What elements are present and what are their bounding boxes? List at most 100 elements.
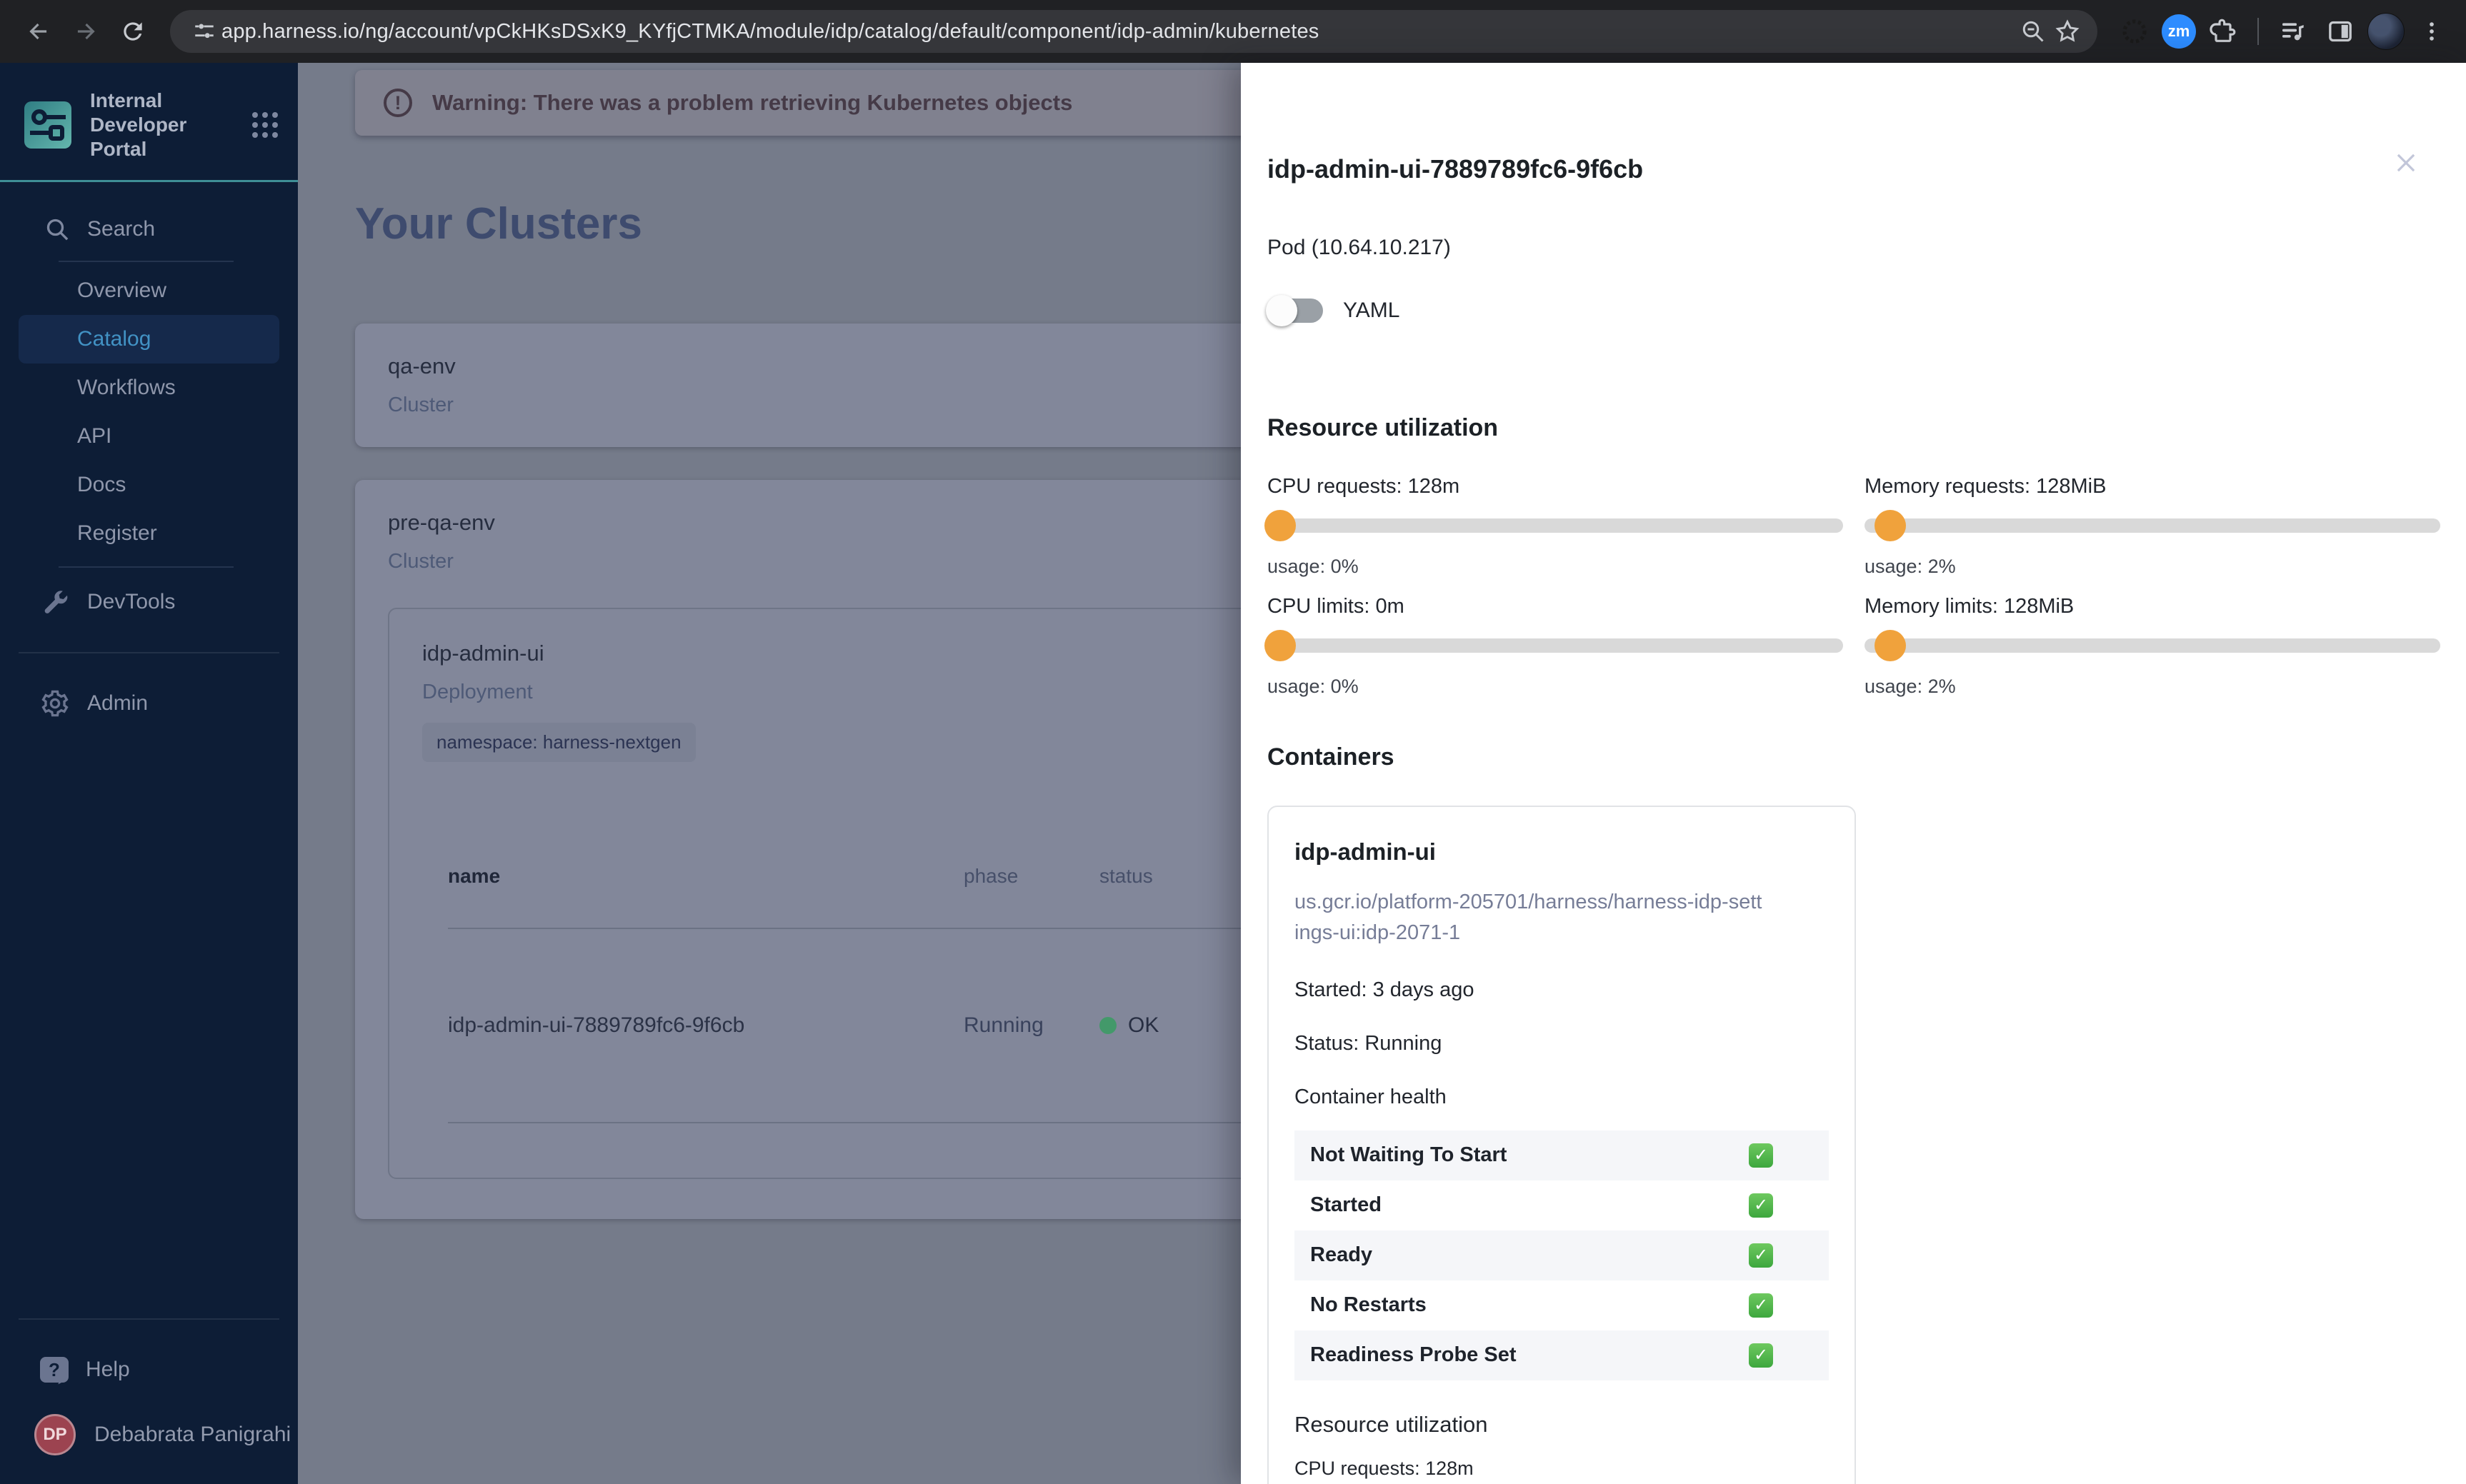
- container-resource-heading: Resource utilization: [1294, 1411, 1488, 1437]
- health-check-row: No Restarts ✓: [1294, 1280, 1829, 1330]
- container-card: idp-admin-ui us.gcr.io/platform-205701/h…: [1267, 806, 1856, 1484]
- brand: Internal Developer Portal: [24, 89, 278, 161]
- meter-label: Memory limits: 128MiB: [1865, 595, 2075, 618]
- close-icon[interactable]: [2390, 147, 2422, 179]
- browser-profile-avatar[interactable]: [2367, 13, 2405, 50]
- reload-icon[interactable]: [113, 11, 153, 51]
- slider-knob: [1875, 630, 1906, 661]
- forward-icon[interactable]: [66, 11, 106, 51]
- pod-phase-cell: Running: [964, 1013, 1044, 1037]
- check-label: Not Waiting To Start: [1310, 1143, 1507, 1167]
- status-ok-dot-icon: [1099, 1017, 1117, 1034]
- user-avatar[interactable]: DP: [34, 1414, 76, 1455]
- meter-cpu-limits: CPU limits: 0m usage: 0%: [1264, 595, 1843, 698]
- sidebar-user[interactable]: DP Debabrata Panigrahi: [0, 1395, 298, 1484]
- column-header-phase[interactable]: phase: [964, 865, 1099, 888]
- meter-slider: [1264, 508, 1843, 543]
- browser-menu-kebab-icon[interactable]: [2412, 11, 2452, 51]
- container-health-checks: Not Waiting To Start ✓ Started ✓ Ready ✓…: [1294, 1130, 1829, 1380]
- cluster-type: Cluster: [388, 393, 454, 416]
- sidebar-item-label: DevTools: [87, 590, 176, 614]
- check-ok-icon: ✓: [1749, 1193, 1773, 1218]
- screen: app.harness.io/ng/account/vpCkHKsDSxK9_K…: [0, 0, 2466, 1484]
- sidebar-item-api[interactable]: API: [0, 412, 298, 461]
- containers-heading: Containers: [1267, 743, 1394, 771]
- meter-cpu-requests: CPU requests: 128m usage: 0%: [1264, 475, 1843, 578]
- bar-label: CPU requests: 128m: [1294, 1457, 1474, 1479]
- yaml-toggle[interactable]: [1266, 295, 1323, 326]
- meter-memory-requests: Memory requests: 128MiB usage: 2%: [1865, 475, 2440, 578]
- status-badge: OK: [1128, 1013, 1159, 1037]
- sidebar-divider: [19, 652, 279, 654]
- sidebar-item-catalog[interactable]: Catalog: [19, 315, 279, 364]
- warning-icon: !: [384, 89, 412, 117]
- sidebar: Internal Developer Portal Search Overvie…: [0, 63, 298, 1484]
- sidebar-item-label: Search: [87, 217, 156, 241]
- health-check-row: Readiness Probe Set ✓: [1294, 1330, 1829, 1380]
- cluster-card-pre-qa-env[interactable]: pre-qa-env Cluster idp-admin-ui Deployme…: [355, 480, 1241, 1219]
- sidebar-item-label: Workflows: [77, 376, 176, 400]
- toolbar-divider: [2257, 18, 2259, 45]
- url-text[interactable]: app.harness.io/ng/account/vpCkHKsDSxK9_K…: [221, 20, 2016, 44]
- warning-banner[interactable]: ! Warning: There was a problem retrievin…: [355, 70, 1241, 136]
- extension-spinner-icon[interactable]: [2115, 11, 2155, 51]
- drawer-title: idp-admin-ui-7889789fc6-9f6cb: [1267, 154, 1644, 184]
- extensions-puzzle-icon[interactable]: [2203, 11, 2243, 51]
- sidebar-item-label: Help: [86, 1358, 130, 1381]
- zoom-out-icon[interactable]: [2016, 14, 2050, 49]
- wrench-icon: [44, 591, 68, 614]
- container-started: Started: 3 days ago: [1294, 978, 1474, 1001]
- idp-logo-icon: [24, 101, 71, 149]
- table-row[interactable]: idp-admin-ui-7889789fc6-9f6cb Running OK: [448, 929, 1241, 1122]
- meter-label: CPU requests: 128m: [1267, 475, 1460, 498]
- help-icon: ?: [40, 1357, 69, 1383]
- sidebar-item-docs[interactable]: Docs: [0, 461, 298, 509]
- container-image-link[interactable]: us.gcr.io/platform-205701/harness/harnes…: [1294, 887, 1766, 948]
- site-settings-icon[interactable]: [187, 14, 221, 49]
- meter-slider: [1264, 628, 1843, 663]
- check-ok-icon: ✓: [1749, 1243, 1773, 1268]
- sidebar-accent-rule: [0, 180, 298, 183]
- column-header-status[interactable]: status: [1099, 865, 1241, 888]
- meter-slider: [1865, 508, 2440, 543]
- cluster-name: qa-env: [388, 354, 456, 378]
- side-panel-icon[interactable]: [2320, 11, 2360, 51]
- container-name: idp-admin-ui: [1294, 838, 1436, 865]
- meter-label: CPU limits: 0m: [1267, 595, 1404, 618]
- check-label: Ready: [1310, 1243, 1373, 1267]
- cluster-card-qa-env[interactable]: qa-env Cluster: [355, 324, 1241, 447]
- sidebar-item-register[interactable]: Register: [0, 509, 298, 558]
- media-controls-icon[interactable]: [2273, 11, 2313, 51]
- zoom-extension-icon[interactable]: zm: [2162, 14, 2196, 49]
- column-header-name[interactable]: name: [448, 865, 964, 888]
- meter-label: Memory requests: 128MiB: [1865, 475, 2107, 498]
- meter-slider: [1865, 628, 2440, 663]
- namespace-chip: namespace: harness-nextgen: [422, 723, 696, 762]
- health-check-row: Ready ✓: [1294, 1230, 1829, 1280]
- sidebar-item-devtools[interactable]: DevTools: [0, 576, 298, 628]
- bookmark-star-icon[interactable]: [2050, 14, 2085, 49]
- slider-knob: [1264, 630, 1296, 661]
- sidebar-item-workflows[interactable]: Workflows: [0, 364, 298, 412]
- sidebar-item-admin[interactable]: Admin: [0, 678, 298, 729]
- sidebar-divider: [19, 1318, 279, 1320]
- pod-name-cell[interactable]: idp-admin-ui-7889789fc6-9f6cb: [448, 1013, 964, 1038]
- address-bar[interactable]: app.harness.io/ng/account/vpCkHKsDSxK9_K…: [170, 10, 2097, 53]
- sidebar-item-label: Register: [77, 521, 157, 546]
- brand-title: Internal Developer Portal: [90, 89, 187, 161]
- meter-usage: usage: 2%: [1865, 676, 1956, 697]
- sidebar-divider: [59, 566, 234, 568]
- pods-table: name phase status idp-admin-ui-7889789fc…: [422, 848, 1241, 1123]
- check-label: No Restarts: [1310, 1293, 1427, 1317]
- sidebar-item-label: API: [77, 424, 112, 448]
- main-content: ! Warning: There was a problem retrievin…: [298, 63, 1241, 1484]
- apps-grid-icon[interactable]: [252, 112, 278, 139]
- sidebar-item-help[interactable]: ? Help: [0, 1344, 298, 1395]
- table-divider: [448, 1122, 1241, 1123]
- back-icon[interactable]: [19, 11, 59, 51]
- warning-text: Warning: There was a problem retrieving …: [432, 90, 1073, 115]
- sidebar-item-overview[interactable]: Overview: [0, 266, 298, 315]
- meter-usage: usage: 0%: [1267, 676, 1359, 697]
- check-ok-icon: ✓: [1749, 1143, 1773, 1168]
- sidebar-item-search[interactable]: Search: [43, 215, 298, 244]
